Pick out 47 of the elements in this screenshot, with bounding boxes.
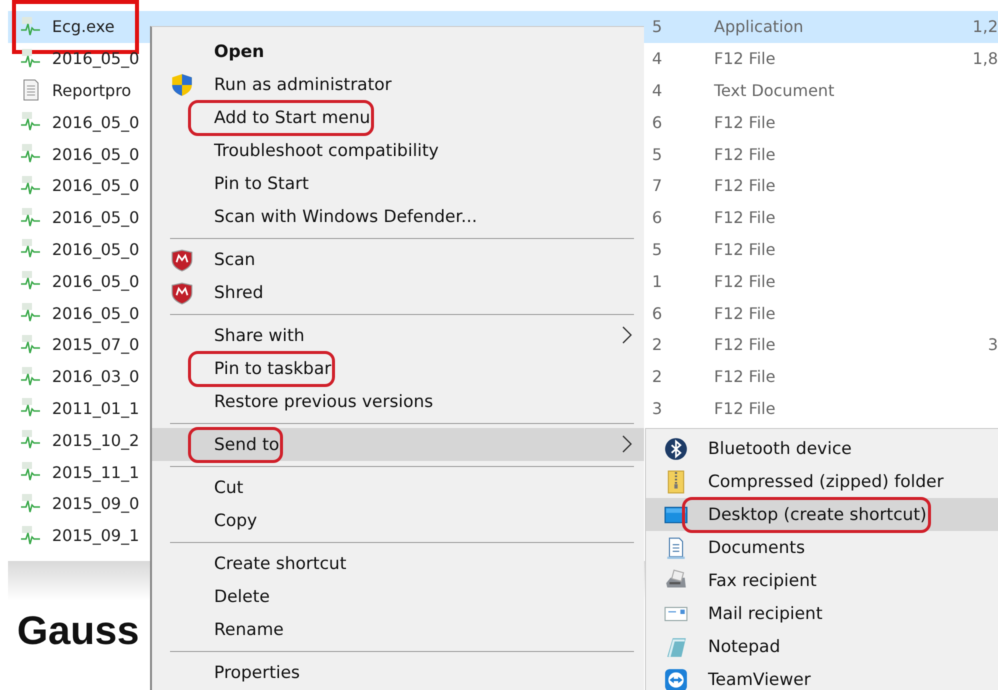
file-name: 2011_01_1 [52,398,140,418]
file-name: 2015_07_0 [52,335,140,354]
file-date: 4 [652,80,662,100]
file-type: F12 File [714,240,776,259]
file-date: 5 [652,240,662,259]
file-name: 2016_03_0 [52,367,140,386]
file-date: 6 [652,208,662,228]
file-date: 3 [652,398,662,418]
file-name: 2016_05_0 [52,272,140,291]
file-date: 1 [652,272,662,291]
file-name: 2016_05_0 [52,208,140,228]
file-name: 2015_09_0 [52,494,140,514]
file-type: F12 File [714,272,776,291]
file-name: 2015_11_1 [52,462,140,482]
file-name: 2016_05_0 [52,304,140,323]
file-date: 6 [652,112,662,132]
file-type: F12 File [714,208,776,228]
file-type: F12 File [714,176,776,196]
file-type: Text Document [714,80,834,100]
file-name: Reportpro [52,80,132,100]
file-type: F12 File [714,335,776,354]
file-name: 2016_05_0 [52,176,140,196]
file-date: 6 [652,304,662,323]
file-date: 4 [652,49,662,68]
file-date: 2 [652,335,662,354]
file-size: 3 [988,335,998,354]
file-name: Ecg.exe [52,17,115,36]
file-type: F12 File [714,112,776,132]
file-type: F12 File [714,49,776,68]
file-date: 5 [652,144,662,164]
file-name: 2016_05_0 [52,112,140,132]
file-name: 2016_05_0 [52,49,140,68]
page-heading: Gauss [16,608,140,654]
file-type: F12 File [714,398,776,418]
file-size: 1,8 [972,49,998,68]
file-name: 2015_10_2 [52,430,140,450]
file-date: 2 [652,367,662,386]
file-date: 7 [652,176,662,196]
file-name: 2016_05_0 [52,144,140,164]
file-type: F12 File [714,304,776,323]
file-type: F12 File [714,144,776,164]
file-date: 5 [652,17,662,36]
file-type: F12 File [714,367,776,386]
file-name: 2015_09_1 [52,526,140,546]
file-type: Application [714,17,804,36]
file-name: 2016_05_0 [52,240,140,259]
file-size: 1,2 [972,17,998,36]
